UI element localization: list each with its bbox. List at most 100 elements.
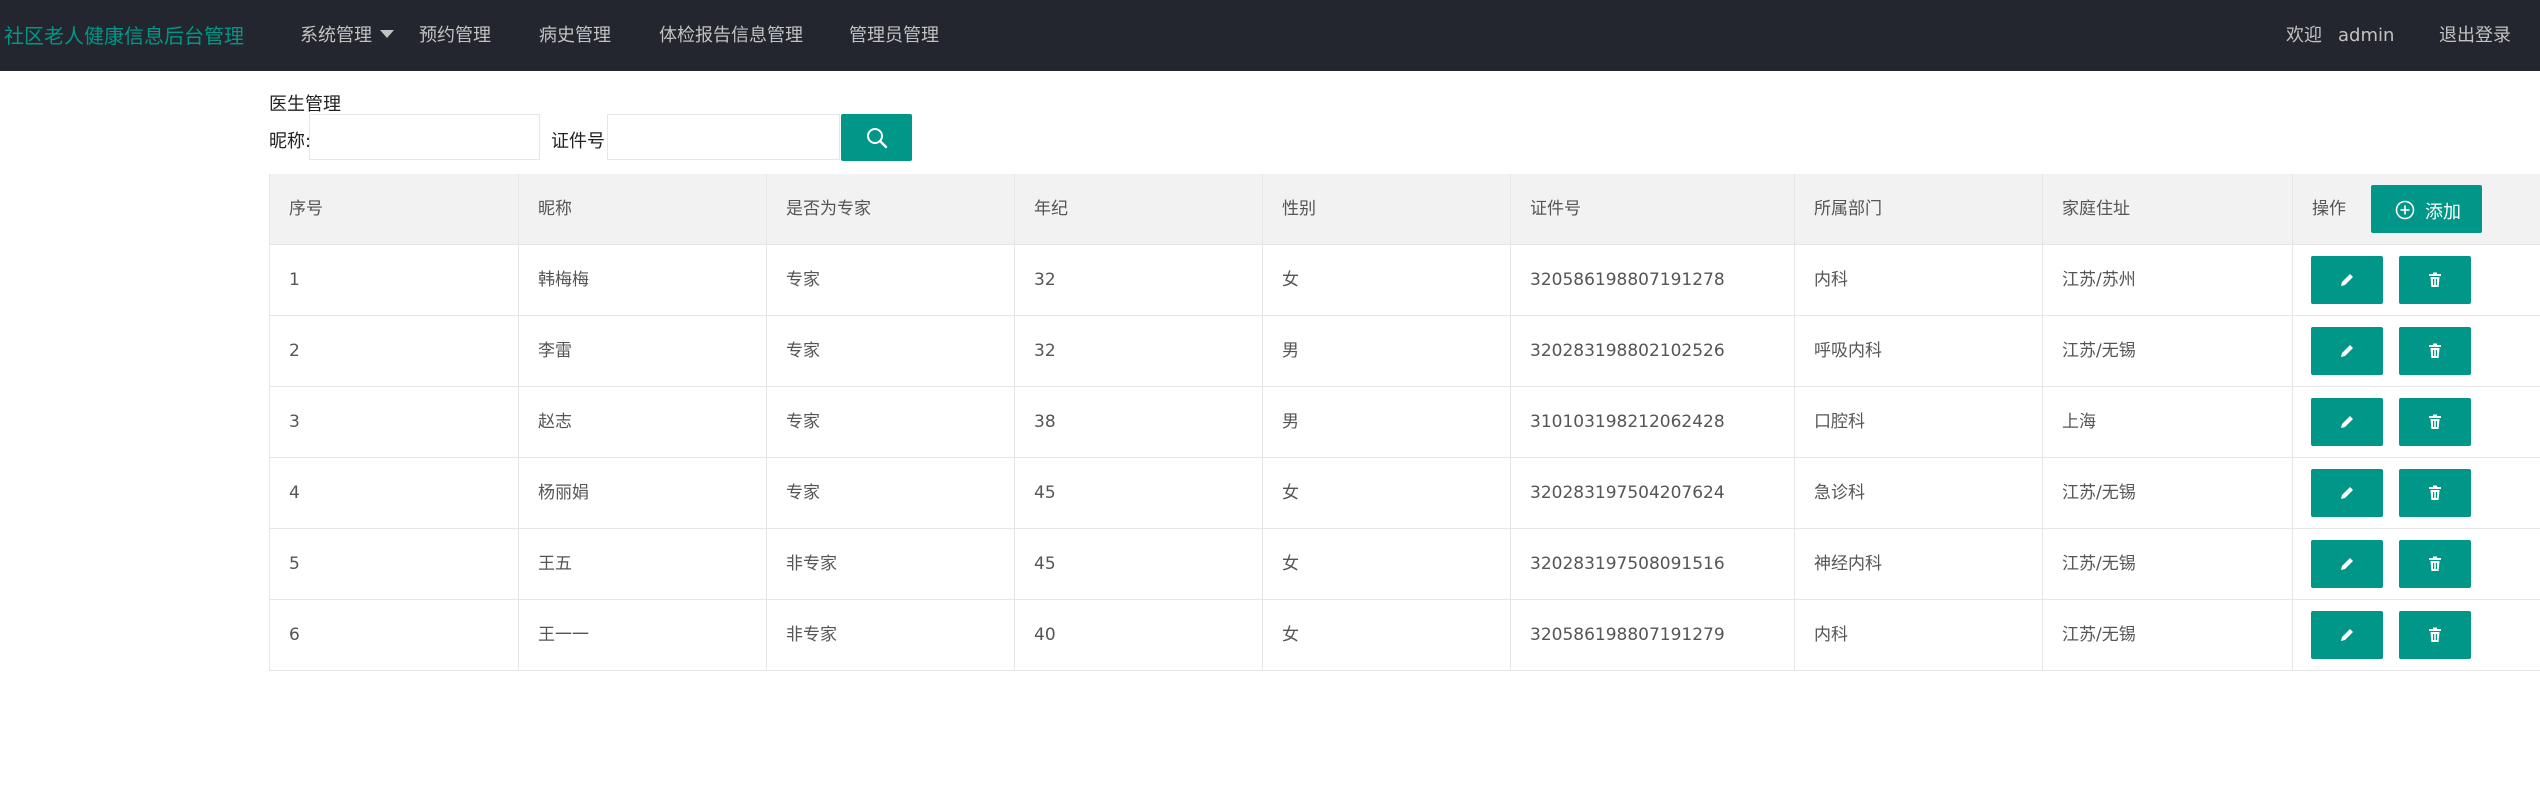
cell-gender: 男	[1262, 387, 1510, 457]
search-icon	[867, 128, 888, 149]
username[interactable]: admin	[2338, 25, 2394, 46]
cell-is-expert: 专家	[766, 458, 1014, 528]
cell-address: 江苏/苏州	[2042, 245, 2292, 315]
delete-button[interactable]	[2399, 256, 2471, 304]
cell-department: 神经内科	[1794, 529, 2042, 599]
cell-age: 32	[1014, 245, 1262, 315]
edit-icon	[2341, 416, 2353, 428]
nav-admin-management[interactable]: 管理员管理	[849, 21, 939, 47]
cell-department: 内科	[1794, 600, 2042, 670]
cell-age: 45	[1014, 458, 1262, 528]
cell-index: 4	[269, 458, 518, 528]
caret-down-icon	[380, 30, 394, 38]
cell-index: 5	[269, 529, 518, 599]
logout-link[interactable]: 退出登录	[2439, 21, 2511, 47]
cell-index: 3	[269, 387, 518, 457]
table-row: 6 王一一 非专家 40 女 320586198807191279 内科 江苏/无锡	[269, 600, 2540, 671]
cell-id-number: 320586198807191279	[1510, 600, 1794, 670]
delete-icon	[2429, 485, 2441, 500]
cell-department: 口腔科	[1794, 387, 2042, 457]
cell-address: 江苏/无锡	[2042, 600, 2292, 670]
edit-button[interactable]	[2311, 327, 2383, 375]
cell-nickname: 杨丽娟	[518, 458, 766, 528]
edit-button[interactable]	[2311, 256, 2383, 304]
search-button[interactable]	[841, 114, 912, 161]
cell-address: 江苏/无锡	[2042, 316, 2292, 386]
cell-id-number: 320283197504207624	[1510, 458, 1794, 528]
cell-is-expert: 专家	[766, 245, 1014, 315]
add-doctor-button[interactable]: 添加	[2371, 185, 2482, 233]
table-header-row: 序号 昵称 是否为专家 年纪 性别 证件号 所属部门 家庭住址 操作 添加	[269, 174, 2540, 245]
cell-age: 38	[1014, 387, 1262, 457]
cell-index: 6	[269, 600, 518, 670]
table-row: 2 李雷 专家 32 男 320283198802102526 呼吸内科 江苏/无锡	[269, 316, 2540, 387]
header-cell-id-number: 证件号	[1510, 174, 1794, 244]
cell-id-number: 320283197508091516	[1510, 529, 1794, 599]
delete-button[interactable]	[2399, 611, 2471, 659]
cell-address: 上海	[2042, 387, 2292, 457]
cell-department: 呼吸内科	[1794, 316, 2042, 386]
id-number-input[interactable]	[607, 114, 840, 160]
cell-nickname: 赵志	[518, 387, 766, 457]
edit-icon	[2341, 487, 2353, 499]
header-cell-gender: 性别	[1262, 174, 1510, 244]
doctor-table: 序号 昵称 是否为专家 年纪 性别 证件号 所属部门 家庭住址 操作 添加 1韩…	[269, 174, 2540, 672]
header-cell-nickname: 昵称	[518, 174, 766, 244]
cell-address: 江苏/无锡	[2042, 458, 2292, 528]
edit-icon	[2341, 345, 2353, 357]
nickname-input[interactable]	[309, 114, 540, 160]
edit-icon	[2341, 558, 2353, 570]
delete-button[interactable]	[2399, 540, 2471, 588]
cell-nickname: 王五	[518, 529, 766, 599]
cell-is-expert: 非专家	[766, 600, 1014, 670]
cell-is-expert: 专家	[766, 387, 1014, 457]
cell-gender: 女	[1262, 245, 1510, 315]
cell-age: 32	[1014, 316, 1262, 386]
header-cell-index: 序号	[269, 174, 518, 244]
nav-system-management-label: 系统管理	[300, 25, 372, 46]
nav-system-management[interactable]: 系统管理	[300, 21, 394, 47]
cell-age: 40	[1014, 600, 1262, 670]
cell-gender: 女	[1262, 600, 1510, 670]
table-row: 1 韩梅梅 专家 32 女 320586198807191278 内科 江苏/苏州	[269, 245, 2540, 316]
id-number-label: 证件号:	[551, 131, 612, 152]
delete-button[interactable]	[2399, 398, 2471, 446]
cell-gender: 女	[1262, 458, 1510, 528]
cell-id-number: 320586198807191278	[1510, 245, 1794, 315]
cell-id-number: 310103198212062428	[1510, 387, 1794, 457]
delete-icon	[2429, 343, 2441, 358]
delete-button[interactable]	[2399, 469, 2471, 517]
delete-icon	[2429, 556, 2441, 571]
cell-gender: 女	[1262, 529, 1510, 599]
top-navbar: 社区老人健康信息后台管理 系统管理 预约管理 病史管理 体检报告信息管理 管理员…	[0, 0, 2540, 71]
edit-button[interactable]	[2311, 469, 2383, 517]
cell-index: 1	[269, 245, 518, 315]
cell-nickname: 韩梅梅	[518, 245, 766, 315]
edit-button[interactable]	[2311, 540, 2383, 588]
cell-nickname: 李雷	[518, 316, 766, 386]
header-cell-age: 年纪	[1014, 174, 1262, 244]
table-row: 3 赵志 专家 38 男 310103198212062428 口腔科 上海	[269, 387, 2540, 458]
header-cell-department: 所属部门	[1794, 174, 2042, 244]
edit-button[interactable]	[2311, 611, 2383, 659]
delete-icon	[2429, 627, 2441, 642]
cell-index: 2	[269, 316, 518, 386]
app-brand[interactable]: 社区老人健康信息后台管理	[4, 20, 244, 49]
edit-button[interactable]	[2311, 398, 2383, 446]
edit-icon	[2341, 629, 2353, 641]
welcome-text: 欢迎	[2286, 25, 2322, 46]
cell-address: 江苏/无锡	[2042, 529, 2292, 599]
nav-checkup-report-management[interactable]: 体检报告信息管理	[659, 21, 803, 47]
header-cell-is-expert: 是否为专家	[766, 174, 1014, 244]
cell-department: 内科	[1794, 245, 2042, 315]
cell-gender: 男	[1262, 316, 1510, 386]
page-title: 医生管理	[269, 94, 341, 115]
nickname-label: 昵称:	[269, 131, 312, 152]
nav-appointment-management[interactable]: 预约管理	[419, 21, 491, 47]
delete-icon	[2429, 272, 2441, 287]
cell-is-expert: 非专家	[766, 529, 1014, 599]
header-cell-address: 家庭住址	[2042, 174, 2292, 244]
delete-button[interactable]	[2399, 327, 2471, 375]
cell-age: 45	[1014, 529, 1262, 599]
nav-medical-history-management[interactable]: 病史管理	[539, 21, 611, 47]
